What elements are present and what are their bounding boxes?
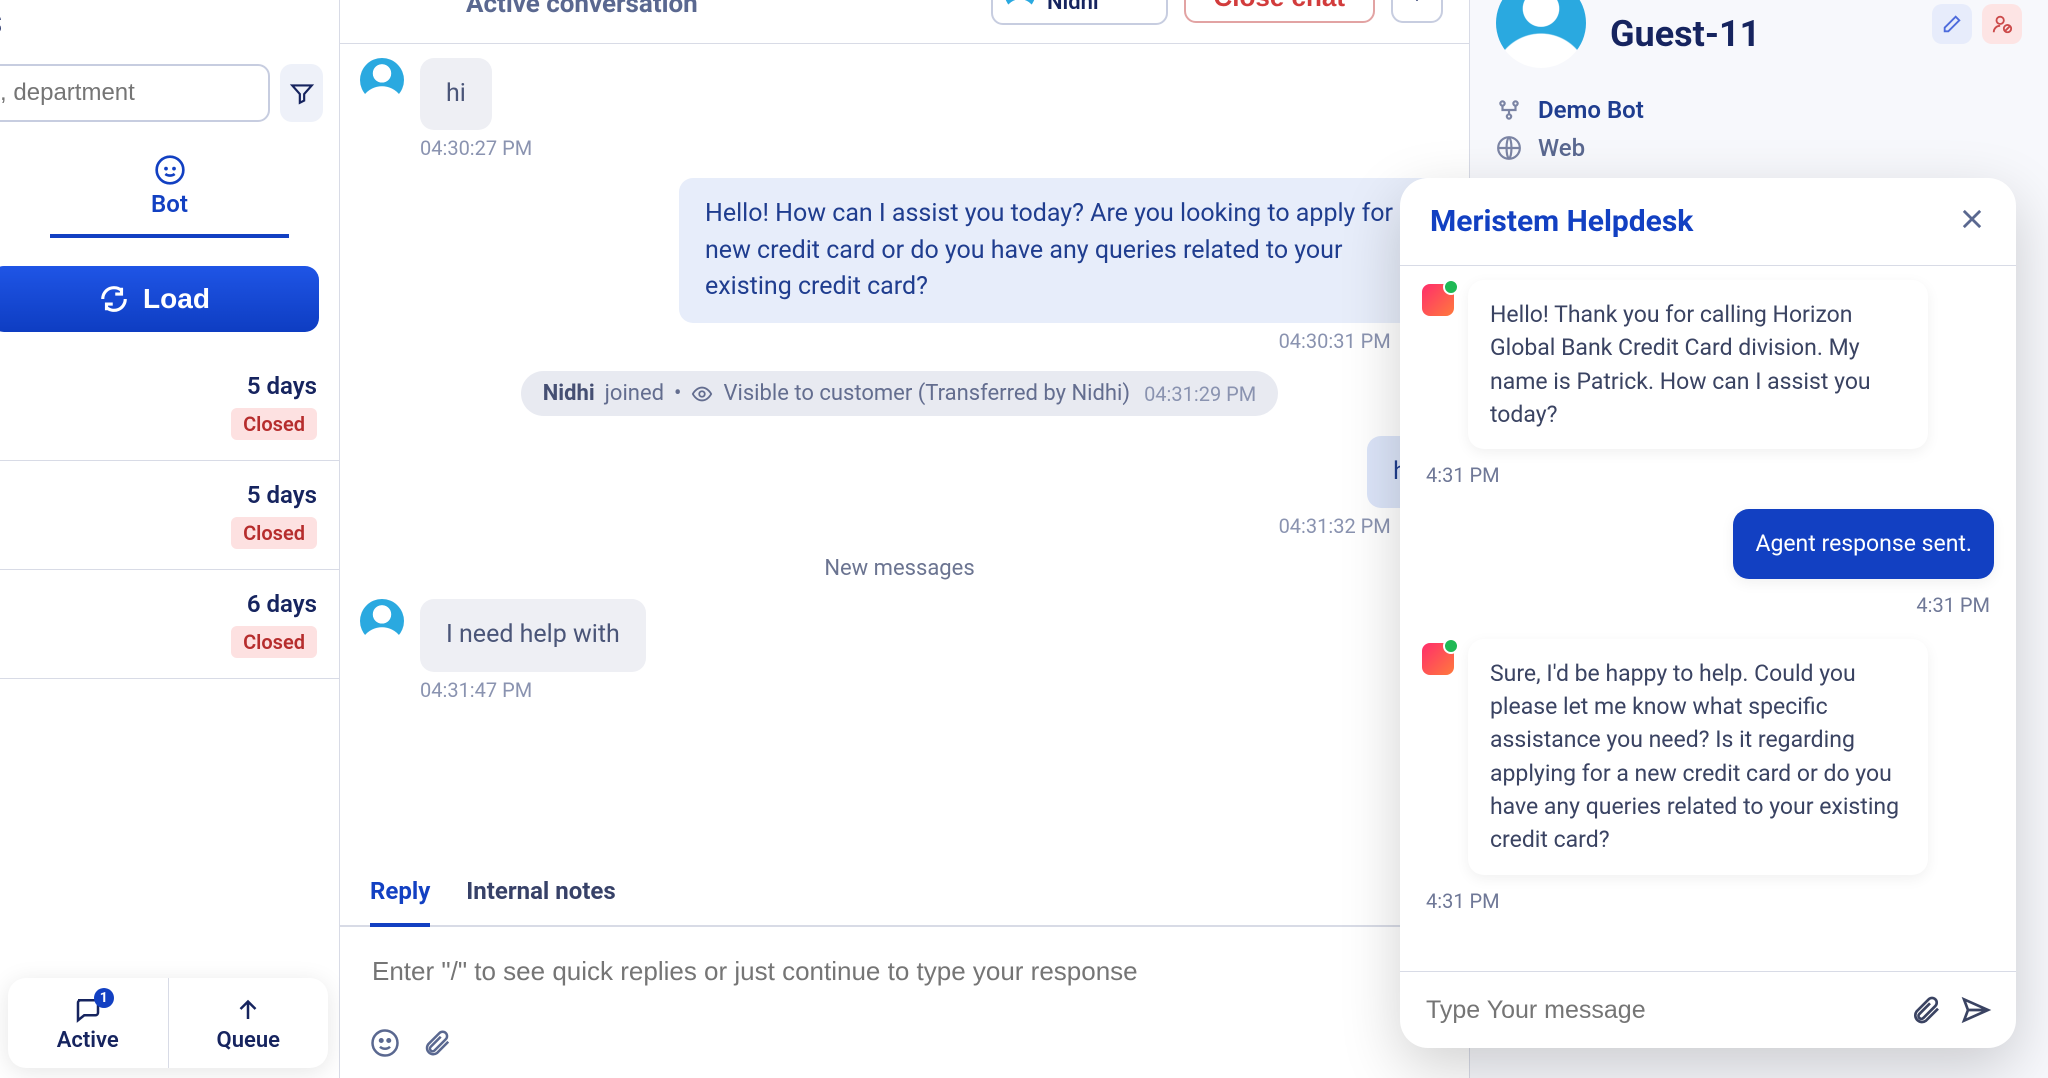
funnel-icon xyxy=(289,80,315,106)
footer-tab-queue[interactable]: Queue xyxy=(168,978,329,1068)
bot-icon xyxy=(154,154,186,186)
status-badge: Closed xyxy=(231,517,317,549)
popup-close-button[interactable] xyxy=(1958,205,1986,238)
conversation-age: 5 days xyxy=(247,372,317,400)
edit-guest-button[interactable] xyxy=(1932,4,1972,44)
conversation-age: 5 days xyxy=(247,481,317,509)
bot-link[interactable]: Demo Bot xyxy=(1496,96,2022,124)
footer-tab-label: Queue xyxy=(217,1028,280,1053)
flow-icon xyxy=(1496,97,1522,123)
pencil-icon xyxy=(1941,13,1963,35)
popup-body[interactable]: Hello! Thank you for calling Horizon Glo… xyxy=(1400,266,2016,971)
message-time: 04:30:31 PM • ✓✓ xyxy=(360,329,1435,353)
send-icon[interactable] xyxy=(1960,994,1992,1026)
message-time-text: 04:31:32 PM xyxy=(1279,514,1391,538)
reply-input[interactable] xyxy=(370,955,1439,988)
popup-message-input[interactable] xyxy=(1424,995,1892,1026)
guest-avatar xyxy=(1496,0,1586,68)
message-time: 04:31:32 PM • ✓✓ xyxy=(360,514,1435,538)
customer-avatar xyxy=(360,58,404,102)
attachment-icon[interactable] xyxy=(422,1028,452,1058)
system-event: Nidhi joined • Visible to customer (Tran… xyxy=(521,371,1278,416)
close-icon xyxy=(1958,205,1986,233)
close-chat-button[interactable]: Close chat xyxy=(1184,0,1376,23)
chevron-down-icon xyxy=(1128,0,1150,6)
system-visible-text: Visible to customer (Transferred by Nidh… xyxy=(723,381,1130,406)
message-bubble-customer: I need help with xyxy=(420,599,646,671)
sidebar-tab-label: Bot xyxy=(151,190,188,218)
attachment-icon[interactable] xyxy=(1910,994,1942,1026)
popup-time: 4:31 PM xyxy=(1422,593,1990,617)
sidebar: ons Bot Load 5 days Closed 5 days Cl xyxy=(0,0,340,1078)
conversation-title: Active conversation xyxy=(466,0,698,19)
new-messages-divider: New messages xyxy=(360,556,1439,581)
system-time: 04:31:29 PM xyxy=(1144,382,1256,406)
popup-time: 4:31 PM xyxy=(1426,463,1994,487)
load-label: Load xyxy=(143,283,210,315)
bot-link-label: Demo Bot xyxy=(1538,96,1644,124)
chevron-down-icon xyxy=(1406,0,1428,8)
block-guest-button[interactable] xyxy=(1982,4,2022,44)
emoji-icon[interactable] xyxy=(370,1028,400,1058)
status-badge: Closed xyxy=(231,408,317,440)
list-item[interactable]: 6 days Closed xyxy=(0,570,339,679)
message-bubble-bot: Hello! How can I assist you today? Are y… xyxy=(679,178,1439,323)
reply-tabs: Reply Internal notes xyxy=(340,867,1469,927)
list-item[interactable]: 5 days Closed xyxy=(0,461,339,570)
sidebar-tab-bot[interactable]: Bot xyxy=(50,142,289,238)
helpdesk-popup: Meristem Helpdesk Hello! Thank you for c… xyxy=(1400,178,2016,1048)
arrow-up-icon xyxy=(233,994,263,1024)
list-item[interactable]: 5 days Closed xyxy=(0,352,339,461)
message-time-text: 04:30:31 PM xyxy=(1279,329,1391,353)
status-badge: Closed xyxy=(231,626,317,658)
conversation-body: hi 04:30:27 PM Hello! How can I assist y… xyxy=(340,44,1469,867)
message-bubble-customer: hi xyxy=(420,58,492,130)
assignee-avatar xyxy=(1005,0,1035,10)
conversation-panel: Active conversation Assigned to Nidhi Cl… xyxy=(340,0,1470,1078)
user-block-icon xyxy=(1991,13,2013,35)
conversation-age: 6 days xyxy=(247,590,317,618)
assignee-dropdown[interactable]: Assigned to Nidhi xyxy=(991,0,1168,25)
refresh-icon xyxy=(99,284,129,314)
popup-message-user: Agent response sent. xyxy=(1733,509,1994,578)
filter-button[interactable] xyxy=(280,64,323,122)
system-joined-text: joined xyxy=(605,381,664,406)
eye-icon xyxy=(691,383,713,405)
assignee-name: Nidhi xyxy=(1047,0,1116,15)
popup-message-bot: Sure, I'd be happy to help. Could you pl… xyxy=(1468,639,1928,875)
active-count-badge: 1 xyxy=(94,988,114,1008)
popup-message-bot: Hello! Thank you for calling Horizon Glo… xyxy=(1468,280,1928,449)
system-agent-name: Nidhi xyxy=(543,381,595,406)
channel-row: Web xyxy=(1496,134,2022,162)
search-input[interactable] xyxy=(0,64,270,122)
footer-tab-label: Active xyxy=(57,1028,119,1053)
message-time: 04:31:47 PM xyxy=(420,678,1439,702)
globe-icon xyxy=(1496,135,1522,161)
sidebar-title: ons xyxy=(0,0,339,64)
channel-label: Web xyxy=(1538,134,1585,162)
tab-reply[interactable]: Reply xyxy=(370,877,430,927)
guest-name: Guest-11 xyxy=(1610,13,1760,55)
customer-avatar xyxy=(360,599,404,643)
helpdesk-bot-avatar xyxy=(1422,643,1454,675)
conversation-list: 5 days Closed 5 days Closed 6 days Close… xyxy=(0,352,339,1078)
footer-tab-active[interactable]: 1 Active xyxy=(8,978,168,1068)
tab-internal-notes[interactable]: Internal notes xyxy=(466,877,615,925)
helpdesk-bot-avatar xyxy=(1422,284,1454,316)
sidebar-footer: 1 Active Queue xyxy=(8,978,328,1068)
load-button[interactable]: Load xyxy=(0,266,319,332)
popup-title: Meristem Helpdesk xyxy=(1430,204,1693,239)
popup-time: 4:31 PM xyxy=(1426,889,1994,913)
message-time: 04:30:27 PM xyxy=(420,136,1439,160)
more-button[interactable] xyxy=(1391,0,1443,23)
